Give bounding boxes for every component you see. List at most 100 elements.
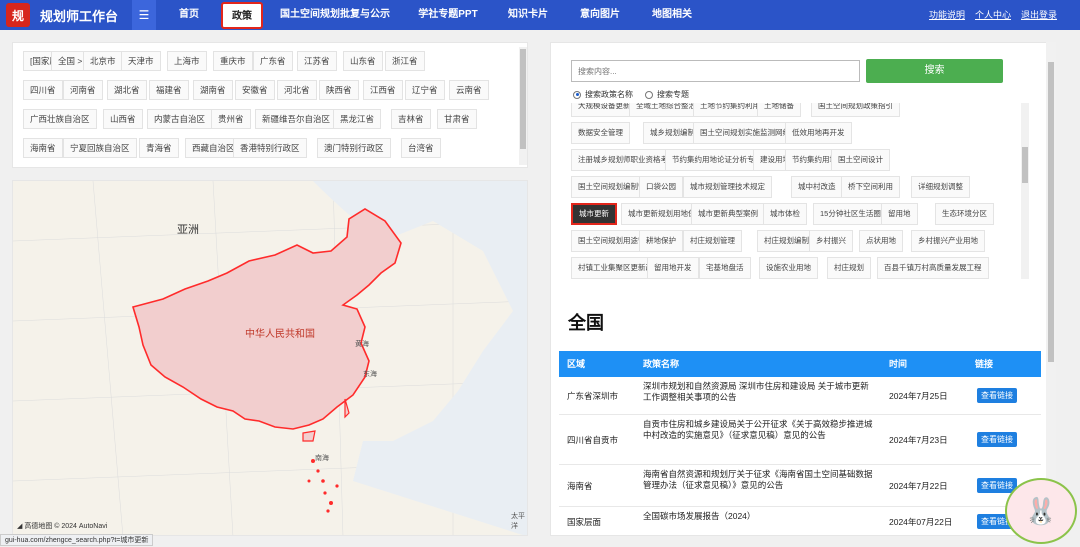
nav-maps[interactable]: 地图相关 [649,0,695,30]
topic-tag[interactable]: 口袋公园 [639,176,683,198]
region-chip[interactable]: 上海市 [167,51,207,71]
cell-title[interactable]: 深圳市规划和自然资源局 深圳市住房和建设局 关于城市更新工作调整相关事项的公告 [643,381,875,403]
topic-tag[interactable]: 留用地开发 [647,257,699,279]
topic-tag[interactable]: 城市更新典型案例 [691,203,765,225]
map-label-donghai: 东海 [363,371,377,378]
region-chip[interactable]: 香港特别行政区 [233,138,307,158]
topic-tag[interactable]: 桥下空间利用 [841,176,900,198]
region-scrollbar[interactable] [519,47,527,165]
cell-region: 海南省 [567,481,593,491]
topic-tag[interactable]: 土地节约集约利用 [693,103,767,117]
topic-tag[interactable]: 详细规划调整 [911,176,970,198]
cell-title[interactable]: 自贡市住房和城乡建设局关于公开征求《关于高效稳步推进城中村改造的实施意见》（征求… [643,419,875,441]
logout-link[interactable]: 退出登录 [1021,0,1057,30]
region-chip[interactable]: 贵州省 [211,109,251,129]
topic-tag[interactable]: 耕地保护 [639,230,683,252]
region-chip[interactable]: 海南省 [23,138,63,158]
region-chip[interactable]: 湖南省 [193,80,233,100]
nav-planning-approval[interactable]: 国土空间规划批复与公示 [280,0,390,30]
region-chip[interactable]: 山西省 [103,109,143,129]
region-chip[interactable]: 北京市 [83,51,123,71]
region-chip[interactable]: 甘肃省 [437,109,477,129]
cell-title[interactable]: 全国碳市场发展报告（2024） [643,511,875,522]
region-chip[interactable]: 山东省 [343,51,383,71]
cell-title[interactable]: 海南省自然资源和规划厅关于征求《海南省国土空间基础数据管理办法（征求意见稿）》意… [643,469,875,491]
tags-scroll-thumb[interactable] [1022,147,1028,183]
region-chip[interactable]: 安徽省 [235,80,275,100]
topic-tag[interactable]: 城市规划管理技术规定 [683,176,772,198]
topic-tag[interactable]: 城市体检 [763,203,807,225]
radio-dot[interactable] [645,90,653,99]
region-chip[interactable]: 河北省 [277,80,317,100]
search-input[interactable] [571,60,860,82]
nav-images[interactable]: 意向图片 [577,0,623,30]
topic-tag[interactable]: 低效用地再开发 [785,122,852,144]
site-title[interactable]: 规划师工作台 [40,6,118,25]
topic-tag[interactable]: 城中村改造 [791,176,843,198]
topic-tag[interactable]: 土地储备 [757,103,801,117]
topic-tag[interactable]: 乡村振兴 [809,230,853,252]
radio-policy-name[interactable]: 搜索政策名称 [573,89,633,100]
nav-ppt[interactable]: 学社专题PPT [416,0,480,30]
region-chip[interactable]: 宁夏回族自治区 [63,138,137,158]
topic-tag[interactable]: 留用地 [881,203,918,225]
region-chip[interactable]: 新疆维吾尔自治区 [255,109,338,129]
topic-tag[interactable]: 乡村振兴产业用地 [911,230,985,252]
radio-dot[interactable] [573,90,581,99]
topic-tag[interactable]: 村庄规划编制 [757,230,816,252]
topic-tag[interactable]: 村庄规划 [827,257,871,279]
mascot-avatar[interactable]: 🐰 [1005,478,1077,544]
topic-tag[interactable]: 15分钟社区生活圈 [813,203,888,225]
nav-home[interactable]: 首页 [170,0,208,30]
map-label-nanhai: 南海 [315,455,329,462]
topic-tag[interactable]: 生态环境分区 [935,203,994,225]
region-scroll-thumb[interactable] [520,49,526,149]
tags-scrollbar[interactable] [1021,103,1029,279]
region-chip[interactable]: 四川省 [23,80,63,100]
nav-knowledge-cards[interactable]: 知识卡片 [505,0,551,30]
search-button[interactable]: 搜索 [866,59,1003,83]
region-chip[interactable]: 福建省 [149,80,189,100]
topic-tag[interactable]: 点状用地 [859,230,903,252]
region-chip[interactable]: 江苏省 [297,51,337,71]
region-chip[interactable]: 青海省 [139,138,179,158]
cell-region: 国家层面 [567,517,602,527]
site-logo[interactable]: 规 [6,3,30,27]
region-chip[interactable]: 河南省 [63,80,103,100]
region-chip[interactable]: 黑龙江省 [333,109,382,129]
view-link-button[interactable]: 查看链接 [977,388,1017,403]
topic-tag[interactable]: 百县千镇万村高质量发展工程 [877,257,989,279]
topic-tag[interactable]: 国土空间规划政策指引 [811,103,900,117]
region-chip[interactable]: 内蒙古自治区 [147,109,213,129]
china-map[interactable]: 亚洲 中华人民共和国 黄海 东海 南海 太平洋 ◢ 高德地图 © 2024 Au… [12,180,528,536]
region-chip[interactable]: 云南省 [449,80,489,100]
region-chip[interactable]: 澳门特别行政区 [317,138,391,158]
topic-tag[interactable]: 全域土地综合整治 [629,103,703,117]
topic-tag[interactable]: 村庄规划管理 [683,230,742,252]
region-chip[interactable]: 湖北省 [107,80,147,100]
tag-active[interactable]: 城市更新 [571,203,617,225]
region-chip[interactable]: 重庆市 [213,51,253,71]
region-chip[interactable]: 台湾省 [401,138,441,158]
topic-tag[interactable]: 数据安全管理 [571,122,630,144]
radio-topic[interactable]: 搜索专题 [645,89,689,100]
page-scroll-thumb[interactable] [1048,62,1054,362]
page-scrollbar[interactable] [1046,42,1056,536]
region-chip[interactable]: 陕西省 [319,80,359,100]
nav-policy[interactable]: 政策 [221,2,263,29]
region-chip[interactable]: 辽宁省 [405,80,445,100]
profile-link[interactable]: 个人中心 [975,0,1011,30]
region-chip[interactable]: 浙江省 [385,51,425,71]
region-chip[interactable]: 广西壮族自治区 [23,109,97,129]
region-chip[interactable]: 吉林省 [391,109,431,129]
help-link[interactable]: 功能说明 [929,0,965,30]
topic-tag[interactable]: 国土空间设计 [831,149,890,171]
topic-tag[interactable]: 设施农业用地 [759,257,818,279]
region-chip[interactable]: 天津市 [121,51,161,71]
menu-icon[interactable]: ☰ [132,0,157,30]
region-chip[interactable]: 广东省 [253,51,293,71]
topic-tag[interactable]: 宅基地盘活 [699,257,751,279]
view-link-button[interactable]: 查看链接 [977,432,1017,447]
china-territory[interactable] [131,208,402,430]
region-chip[interactable]: 江西省 [363,80,403,100]
